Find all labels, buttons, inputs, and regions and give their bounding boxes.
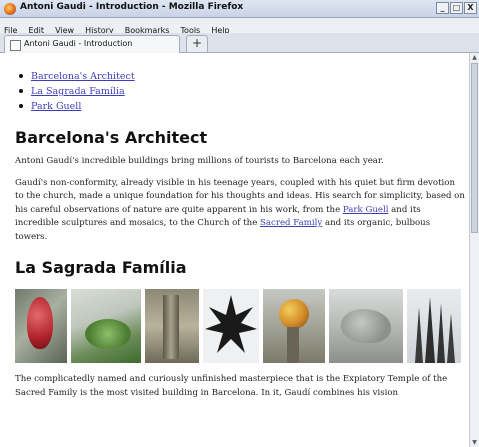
- window-titlebar: Antoni Gaudi - Introduction - Mozilla Fi…: [0, 0, 479, 18]
- stone-shape: [341, 309, 391, 343]
- photo-gallery: [15, 289, 465, 365]
- sacred-family-link[interactable]: Sacred Family: [260, 218, 322, 228]
- scroll-up-arrow-icon[interactable]: ▲: [470, 53, 479, 62]
- intro-paragraph: Antoni Gaudí's incredible buildings brin…: [15, 156, 384, 166]
- fruit-shape: [27, 297, 53, 349]
- fruit-cluster-shape: [279, 299, 309, 329]
- photo-stone-lizard: [329, 289, 403, 363]
- photo-star-sculpture: [203, 289, 259, 363]
- park-guell-link[interactable]: Park Guell: [343, 205, 389, 215]
- mosaic-shape: [85, 319, 131, 349]
- toc-link-park-guell[interactable]: Park Guell: [31, 101, 81, 112]
- toc-link-barcelonas-architect[interactable]: Barcelona's Architect: [31, 71, 135, 82]
- pinnacle-stem-shape: [287, 327, 299, 363]
- toc-item: Park Guell: [19, 99, 465, 114]
- scrollbar-thumb[interactable]: [471, 63, 478, 233]
- close-button[interactable]: X: [464, 2, 477, 14]
- vertical-scrollbar[interactable]: ▲ ▼: [469, 53, 479, 447]
- new-tab-button[interactable]: +: [186, 35, 208, 52]
- column-shape: [163, 295, 179, 359]
- firefox-logo-icon: [4, 3, 16, 15]
- sagrada-familia-paragraph: The complicatedly named and curiously un…: [15, 374, 448, 398]
- toc-link-la-sagrada-familia[interactable]: La Sagrada Família: [31, 86, 125, 97]
- minimize-button[interactable]: _: [436, 2, 449, 14]
- tab-gaudi-introduction[interactable]: Antoni Gaudi - Introduction: [4, 35, 180, 53]
- heading-la-sagrada-familia: La Sagrada Família: [15, 258, 187, 277]
- tab-bar: Antoni Gaudi - Introduction +: [0, 33, 479, 53]
- photo-stone-column: [145, 289, 199, 363]
- page-content: Barcelona's Architect La Sagrada Família…: [15, 53, 465, 400]
- window-title: Antoni Gaudi - Introduction - Mozilla Fi…: [20, 2, 244, 12]
- star-silhouette-icon: [205, 295, 257, 353]
- maximize-button[interactable]: □: [450, 2, 463, 14]
- towers-silhouette-icon: [415, 297, 455, 363]
- photo-fruit-pinnacle: [263, 289, 325, 363]
- table-of-contents: Barcelona's Architect La Sagrada Família…: [15, 69, 465, 114]
- page-viewport: Barcelona's Architect La Sagrada Família…: [0, 53, 469, 447]
- nonconformity-paragraph: Gaudí's non-conformity, already visible …: [15, 177, 465, 245]
- scroll-down-arrow-icon[interactable]: ▼: [470, 438, 479, 447]
- photo-green-mosaic: [71, 289, 141, 363]
- photo-sagrada-familia-towers: [407, 289, 461, 363]
- page-icon: [10, 40, 21, 51]
- photo-fruit-sculpture: [15, 289, 67, 363]
- toc-item: La Sagrada Família: [19, 84, 465, 99]
- toc-item: Barcelona's Architect: [19, 69, 465, 84]
- menu-bar: File Edit View History Bookmarks Tools H…: [0, 18, 479, 35]
- heading-barcelonas-architect: Barcelona's Architect: [15, 128, 208, 147]
- tab-label: Antoni Gaudi - Introduction: [24, 39, 133, 48]
